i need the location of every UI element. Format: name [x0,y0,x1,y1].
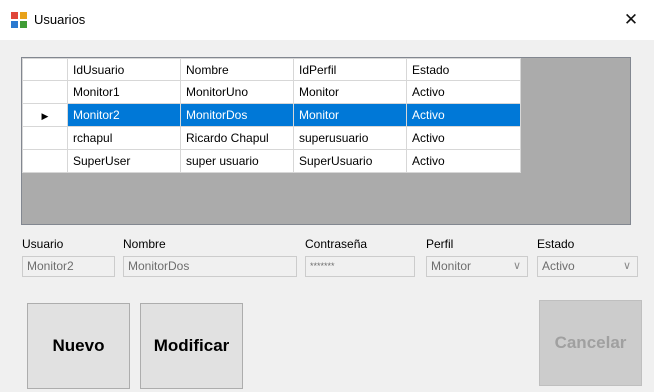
column-header-nombre[interactable]: Nombre [180,58,294,81]
table-cell[interactable]: superusuario [293,126,407,150]
close-icon: ✕ [623,10,639,29]
table-row[interactable]: rchapul Ricardo Chapul superusuario Acti… [22,126,521,150]
table-cell[interactable]: Monitor [293,103,407,127]
table-cell[interactable]: Monitor [293,80,407,104]
row-header[interactable] [22,126,68,150]
users-grid[interactable]: IdUsuario Nombre IdPerfil Estado Monitor… [21,57,631,225]
estado-label: Estado [537,237,575,251]
table-cell[interactable]: super usuario [180,149,294,173]
table-cell[interactable]: SuperUsuario [293,149,407,173]
grid-header-row: IdUsuario Nombre IdPerfil Estado [22,58,521,81]
table-row[interactable]: SuperUser super usuario SuperUsuario Act… [22,149,521,173]
perfil-label: Perfil [426,237,454,251]
estado-selected-value: Activo [542,259,575,273]
title-bar: Usuarios ✕ [0,0,654,40]
row-header[interactable] [22,149,68,173]
table-cell[interactable]: rchapul [67,126,181,150]
table-cell[interactable]: Ricardo Chapul [180,126,294,150]
table-cell[interactable]: Activo [406,149,521,173]
chevron-down-icon: ∨ [512,260,521,272]
table-cell[interactable]: Activo [406,103,521,127]
close-button[interactable]: ✕ [608,0,654,40]
table-cell[interactable]: Activo [406,80,521,104]
usuario-label: Usuario [22,237,64,251]
contrasena-label: Contraseña [305,237,368,251]
estado-dropdown[interactable]: Activo ∨ [537,256,638,277]
usuario-field[interactable]: Monitor2 [22,256,115,277]
nombre-label: Nombre [123,237,166,251]
table-row[interactable]: Monitor1 MonitorUno Monitor Activo [22,80,521,104]
row-header[interactable]: ▶ [22,103,68,127]
row-header[interactable] [22,80,68,104]
row-header-corner [22,58,68,81]
users-table: IdUsuario Nombre IdPerfil Estado Monitor… [22,58,521,173]
contrasena-field[interactable]: ******* [305,256,415,277]
perfil-selected-value: Monitor [431,259,472,273]
column-header-idperfil[interactable]: IdPerfil [293,58,407,81]
table-cell[interactable]: Monitor2 [67,103,181,127]
table-row-selected[interactable]: ▶ Monitor2 MonitorDos Monitor Activo [22,103,521,127]
table-cell[interactable]: Monitor1 [67,80,181,104]
table-cell[interactable]: Activo [406,126,521,150]
column-header-idusuario[interactable]: IdUsuario [67,58,181,81]
app-icon [11,12,27,28]
nombre-field[interactable]: MonitorDos [123,256,297,277]
perfil-dropdown[interactable]: Monitor ∨ [426,256,528,277]
nuevo-button[interactable]: Nuevo [27,303,130,389]
window-title: Usuarios [34,12,86,27]
cancelar-button[interactable]: Cancelar [539,300,642,386]
table-cell[interactable]: MonitorDos [180,103,294,127]
modificar-button[interactable]: Modificar [140,303,243,389]
chevron-down-icon: ∨ [622,260,631,272]
current-row-arrow-icon: ▶ [41,111,49,121]
table-cell[interactable]: MonitorUno [180,80,294,104]
table-cell[interactable]: SuperUser [67,149,181,173]
column-header-estado[interactable]: Estado [406,58,521,81]
